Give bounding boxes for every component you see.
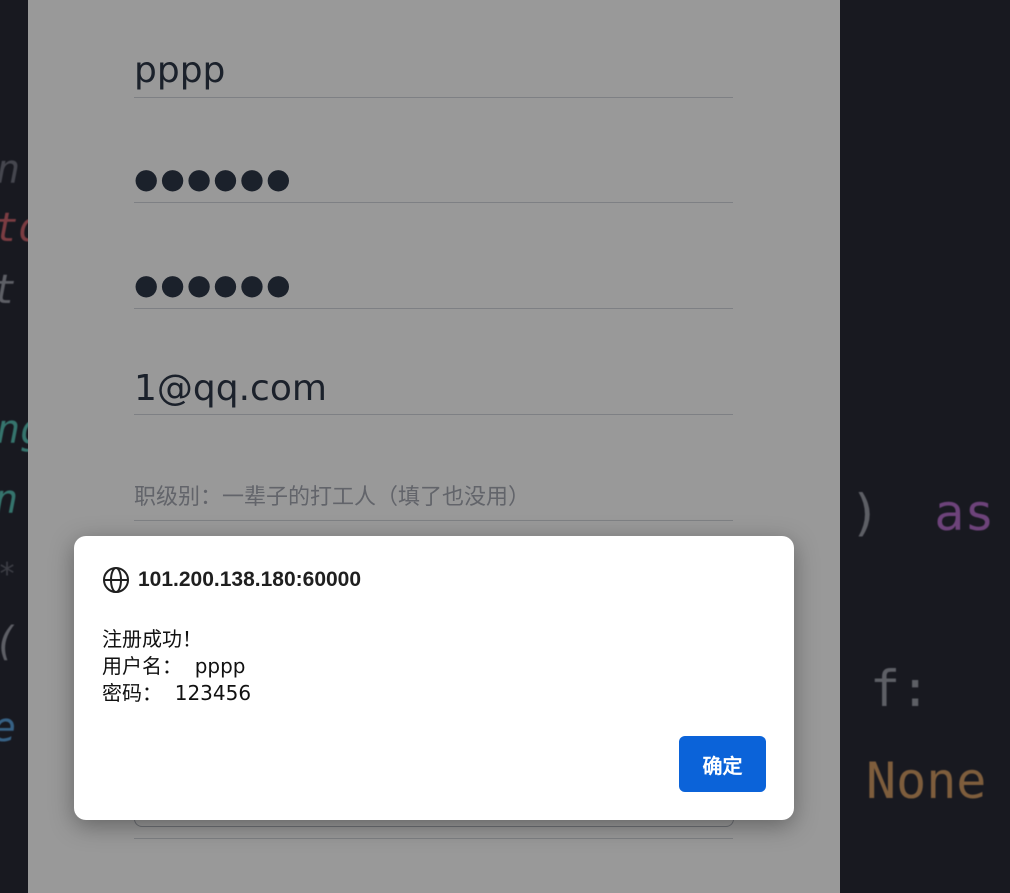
browser-viewport: n to t ng n * ( e ) as f: None pppp ●●●●… bbox=[0, 0, 1010, 893]
message-line: 注册成功！ bbox=[102, 627, 202, 651]
dialog-message: 注册成功！ 用户名： pppp 密码： 123456 bbox=[102, 626, 251, 707]
message-line: 密码： 123456 bbox=[102, 681, 252, 705]
message-line: 用户名： pppp bbox=[102, 654, 246, 678]
ok-button[interactable]: 确定 bbox=[679, 736, 766, 792]
dialog-header: 101.200.138.180:60000 bbox=[102, 566, 361, 594]
dialog-origin: 101.200.138.180:60000 bbox=[138, 568, 362, 591]
alert-dialog: 101.200.138.180:60000 注册成功！ 用户名： pppp 密码… bbox=[74, 536, 794, 820]
globe-icon bbox=[102, 566, 130, 594]
